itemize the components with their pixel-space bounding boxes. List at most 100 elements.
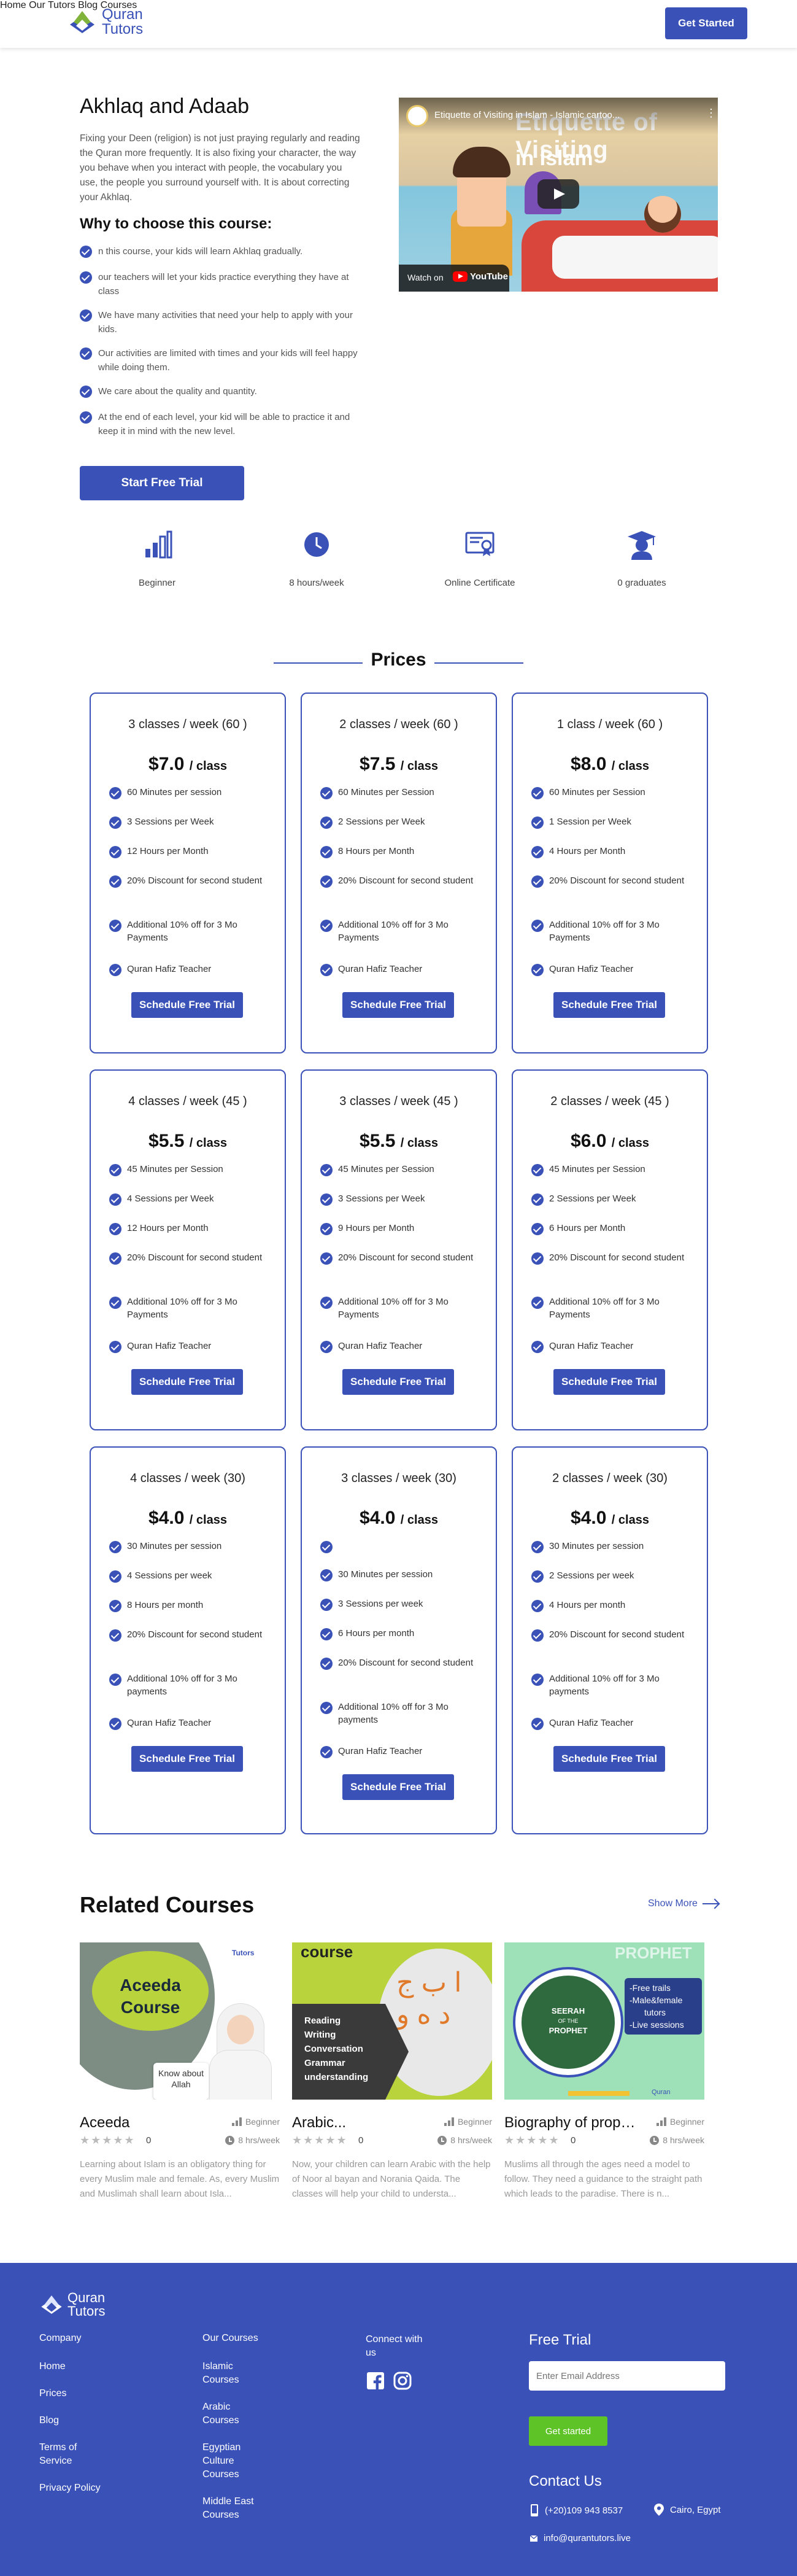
schedule-free-trial-button[interactable]: Schedule Free Trial: [342, 1369, 454, 1395]
bar-chart-icon: [145, 530, 172, 559]
plan-feature: 8 Hours per Month: [320, 845, 486, 858]
nav-home[interactable]: Home: [0, 0, 26, 10]
footer-logo[interactable]: Quran Tutors: [39, 2291, 106, 2318]
check-icon: [109, 964, 121, 976]
clock-icon: [304, 532, 329, 557]
plan-price: $4.0 / class: [302, 1508, 496, 1529]
image-topic: Reading: [304, 2015, 341, 2026]
plan-feature-text: Additional 10% off for 3 Mo Payments: [549, 1297, 660, 1320]
contact-email-text: info@qurantutors.live: [544, 2533, 631, 2543]
schedule-free-trial-button[interactable]: Schedule Free Trial: [553, 1369, 665, 1395]
schedule-free-trial-button[interactable]: Schedule Free Trial: [131, 992, 243, 1018]
footer-courses-column: Our Courses Islamic Courses Arabic Cours…: [202, 2333, 295, 2520]
contact-phone[interactable]: (+20)109 943 8537: [530, 2504, 623, 2517]
check-icon: [320, 846, 333, 858]
contact-email[interactable]: info@qurantutors.live: [530, 2533, 631, 2543]
feature-certificate: Online Certificate: [418, 529, 541, 588]
youtube-video-player[interactable]: Etiquette of Visiting in Islam Etiquette…: [399, 98, 718, 292]
feature-label: 8 hours/week: [289, 578, 344, 588]
plan-title: 4 classes / week (45 ): [128, 1095, 247, 1108]
check-icon: [109, 1600, 121, 1612]
course-name[interactable]: Aceeda: [80, 2114, 215, 2132]
plan-feature: 4 Hours per Month: [531, 845, 697, 858]
feature-label: Online Certificate: [444, 578, 515, 588]
check-icon: [320, 1599, 333, 1611]
footer-link-egyptian[interactable]: Egyptian Culture Courses: [202, 2441, 252, 2481]
footer-get-started-button[interactable]: Get started: [529, 2416, 607, 2446]
schedule-free-trial-button[interactable]: Schedule Free Trial: [342, 992, 454, 1018]
related-course-card[interactable]: PROPHET SEERAH OF THE PROPHET -Free trai…: [504, 1942, 704, 2199]
clock-icon: [650, 2135, 660, 2145]
facebook-icon[interactable]: [366, 2371, 385, 2391]
youtube-logo[interactable]: YouTube: [453, 271, 508, 282]
course-name[interactable]: Biography of prophet...: [504, 2114, 639, 2132]
check-icon: [320, 1702, 333, 1714]
related-course-card[interactable]: Aceeda Course Know about Allah Tutors Ac…: [80, 1942, 280, 2199]
plan-feature-text: 20% Discount for second student: [127, 875, 263, 886]
check-icon: [80, 309, 92, 322]
course-description: Now, your children can learn Arabic with…: [292, 2159, 491, 2199]
footer-link-terms[interactable]: Terms of Service: [39, 2441, 94, 2468]
course-level-text: Beginner: [457, 2117, 492, 2127]
check-icon: [320, 1164, 333, 1176]
footer-logo-line: Tutors: [67, 2303, 106, 2319]
plan-feature: 60 Minutes per Session: [531, 786, 697, 799]
plan-price-unit: / class: [189, 1513, 227, 1527]
feature-graduates: 0 graduates: [580, 529, 703, 588]
plan-price-value: $4.0: [148, 1508, 185, 1528]
image-foot: Quran: [652, 2089, 671, 2096]
price-card: 2 classes / week (60 ) $7.5 / class 60 M…: [301, 692, 497, 1053]
plan-feature: Quran Hafiz Teacher: [320, 1340, 486, 1353]
plan-price-unit: / class: [400, 759, 438, 773]
footer-link-home[interactable]: Home: [39, 2360, 66, 2373]
plan-feature-text: Quran Hafiz Teacher: [338, 1746, 423, 1756]
course-hours: 8 hrs/week: [225, 2135, 280, 2145]
plan-feature-text: 4 Sessions per Week: [127, 1193, 214, 1204]
schedule-free-trial-button[interactable]: Schedule Free Trial: [131, 1746, 243, 1772]
image-topic: Grammar: [304, 2058, 345, 2068]
certificate-icon: [465, 532, 495, 556]
plan-feature-text: Quran Hafiz Teacher: [549, 964, 634, 974]
why-item: We have many activities that need your h…: [80, 308, 362, 336]
check-icon: [109, 1718, 121, 1730]
video-title[interactable]: Etiquette of Visiting in Islam - Islamic…: [434, 110, 680, 120]
footer-link-middle-east[interactable]: Middle East Courses: [202, 2495, 258, 2522]
related-course-card[interactable]: ا ب جد ه و course Reading Writing Conver…: [292, 1942, 492, 2199]
plan-feature: [320, 1540, 486, 1553]
email-input[interactable]: [529, 2361, 725, 2391]
plan-feature-text: Additional 10% off for 3 Mo Payments: [549, 920, 660, 943]
channel-avatar[interactable]: [406, 105, 428, 127]
footer-link-arabic[interactable]: Arabic Courses: [202, 2400, 252, 2427]
footer-link-islamic[interactable]: Islamic Courses: [202, 2360, 252, 2387]
schedule-free-trial-button[interactable]: Schedule Free Trial: [553, 992, 665, 1018]
show-more-link[interactable]: Show More: [648, 1898, 718, 1909]
more-options-icon[interactable]: ⋮: [706, 107, 717, 118]
site-logo[interactable]: Quran Tutors: [67, 7, 143, 37]
plan-price: $5.5 / class: [91, 1131, 285, 1152]
play-button[interactable]: [537, 179, 579, 209]
plan-feature: 9 Hours per Month: [320, 1222, 486, 1235]
schedule-free-trial-button[interactable]: Schedule Free Trial: [342, 1774, 454, 1800]
footer-courses-heading: Our Courses: [202, 2333, 258, 2343]
check-icon: [109, 920, 121, 932]
instagram-icon[interactable]: [393, 2371, 412, 2391]
plan-feature-text: 30 Minutes per session: [549, 1541, 644, 1551]
course-name[interactable]: Arabic...: [292, 2114, 427, 2132]
plan-feature: 20% Discount for second student: [531, 874, 697, 888]
footer-link-prices[interactable]: Prices: [39, 2387, 66, 2400]
check-icon: [531, 1629, 544, 1642]
plan-feature: Additional 10% off for 3 Mo Payments: [320, 1295, 486, 1321]
plan-feature: Additional 10% off for 3 Mo Payments: [531, 918, 697, 944]
course-level-text: Beginner: [669, 2117, 704, 2127]
price-card: 3 classes / week (30) $4.0 / class 30 Mi…: [301, 1446, 497, 1834]
schedule-free-trial-button[interactable]: Schedule Free Trial: [131, 1369, 243, 1395]
logo-text: Quran Tutors: [102, 7, 143, 37]
footer-link-blog[interactable]: Blog: [39, 2414, 59, 2427]
get-started-button[interactable]: Get Started: [665, 7, 747, 39]
footer-link-privacy[interactable]: Privacy Policy: [39, 2481, 101, 2495]
plan-feature-text: Quran Hafiz Teacher: [127, 1341, 212, 1351]
check-icon: [320, 1658, 333, 1670]
schedule-free-trial-button[interactable]: Schedule Free Trial: [553, 1746, 665, 1772]
check-icon: [320, 1252, 333, 1265]
start-free-trial-button[interactable]: Start Free Trial: [80, 466, 244, 500]
